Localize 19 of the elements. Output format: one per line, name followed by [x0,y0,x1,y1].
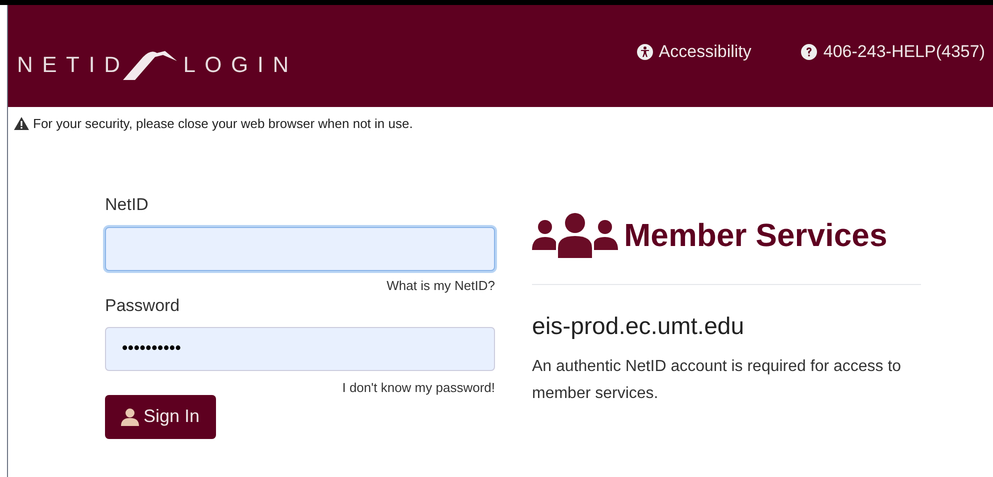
accessibility-icon [636,44,653,60]
group-icon [532,212,618,258]
logo[interactable]: NETID LOGIN [17,47,298,81]
sign-in-button[interactable]: Sign In [105,394,216,438]
netid-label: NetID [105,194,150,216]
host-name: eis-prod.ec.umt.edu [532,312,746,342]
security-notice: For your security, please close your web browser when not in use. [33,115,413,133]
netid-help-link[interactable]: What is my NetID? [386,276,495,296]
help-icon [801,44,818,60]
password-label: Password [105,294,181,316]
accessibility-link[interactable]: Accessibility [636,39,752,65]
member-services-title: Member Services [624,216,888,254]
warning-icon [14,117,29,130]
netid-field[interactable] [105,227,495,271]
description: An authentic NetID account is required for access to member services. [532,356,902,404]
password-help-link[interactable]: I don't know my password! [342,378,495,398]
password-field[interactable]: •••••••••• [105,327,495,371]
help-phone-link[interactable]: 406-243-HELP(4357) [801,39,985,65]
user-icon [121,408,140,426]
